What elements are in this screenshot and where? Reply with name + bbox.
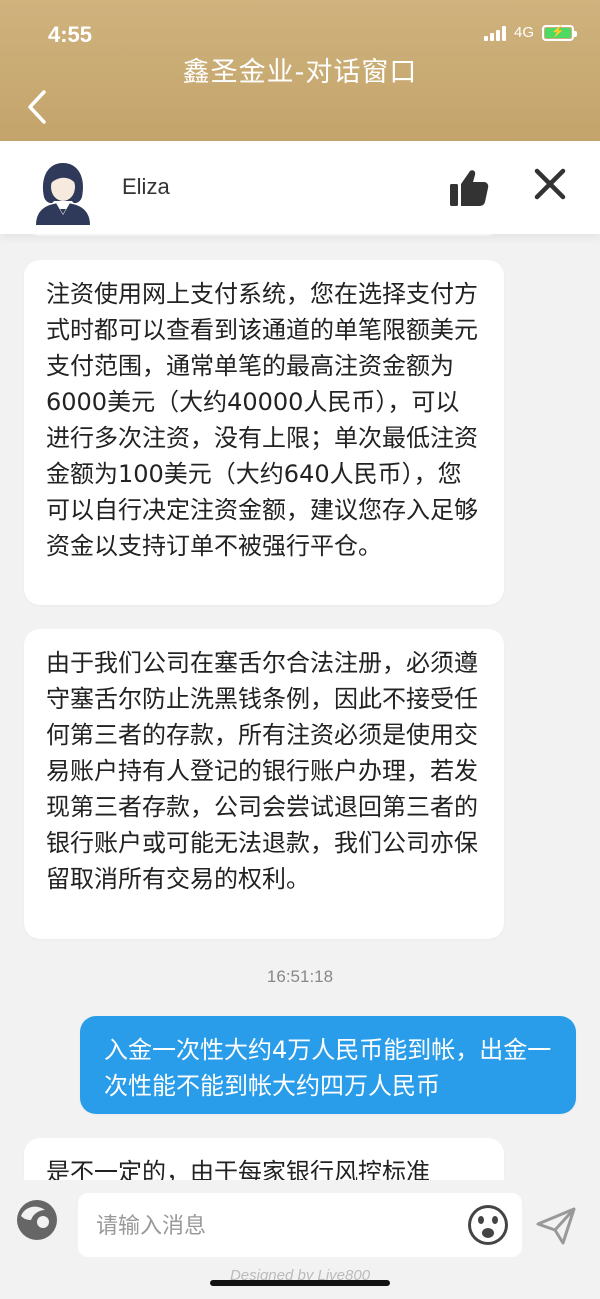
- agent-message: 由于我们公司在塞舌尔合法注册，必须遵守塞舌尔防止洗黑钱条例，因此不接受任何第三者…: [24, 629, 504, 939]
- back-icon[interactable]: [22, 88, 52, 126]
- message-bubble-partial: [24, 234, 502, 236]
- send-icon[interactable]: [535, 1206, 577, 1246]
- persona-icon[interactable]: [15, 1198, 59, 1242]
- message-text: 注资使用网上支付系统，您在选择支付方式时都可以查看到该通道的单笔限额美元支付范围…: [46, 280, 478, 560]
- chat-area[interactable]: 注资使用网上支付系统，您在选择支付方式时都可以查看到该通道的单笔限额美元支付范围…: [0, 234, 600, 1180]
- signal-icon: [483, 25, 506, 41]
- close-icon[interactable]: [532, 166, 568, 202]
- message-text: 入金一次性大约4万人民币能到帐，出金一次性能不能到帐大约四万人民币: [104, 1036, 552, 1100]
- user-message: 入金一次性大约4万人民币能到帐，出金一次性能不能到帐大约四万人民币: [80, 1016, 576, 1114]
- message-timestamp: 16:51:18: [266, 967, 334, 986]
- message-input[interactable]: [94, 1205, 458, 1247]
- status-indicators: 4G ⚡: [483, 24, 577, 41]
- agent-message: 是不一定的，由于每家银行风控标准: [24, 1138, 504, 1180]
- input-bar: Designed by Live800: [0, 1180, 600, 1299]
- agent-avatar: [36, 163, 90, 225]
- page-title: 鑫圣金业-对话窗口: [182, 57, 418, 88]
- battery-icon: ⚡: [542, 24, 577, 41]
- status-time: 4:55: [48, 22, 93, 47]
- network-label: 4G: [513, 24, 534, 41]
- emoji-icon[interactable]: [466, 1203, 510, 1247]
- home-indicator: [210, 1280, 390, 1286]
- thumbs-up-icon[interactable]: [448, 167, 490, 209]
- message-text: 是不一定的，由于每家银行风控标准: [46, 1158, 430, 1180]
- header: 4:55 4G ⚡ 鑫圣金业-对话窗口: [0, 0, 600, 141]
- message-text: 由于我们公司在塞舌尔合法注册，必须遵守塞舌尔防止洗黑钱条例，因此不接受任何第三者…: [46, 649, 478, 893]
- agent-message: 注资使用网上支付系统，您在选择支付方式时都可以查看到该通道的单笔限额美元支付范围…: [24, 260, 504, 605]
- agent-name: Eliza: [122, 174, 170, 199]
- message-input-box: [78, 1193, 522, 1257]
- agent-bar: Eliza: [0, 141, 600, 234]
